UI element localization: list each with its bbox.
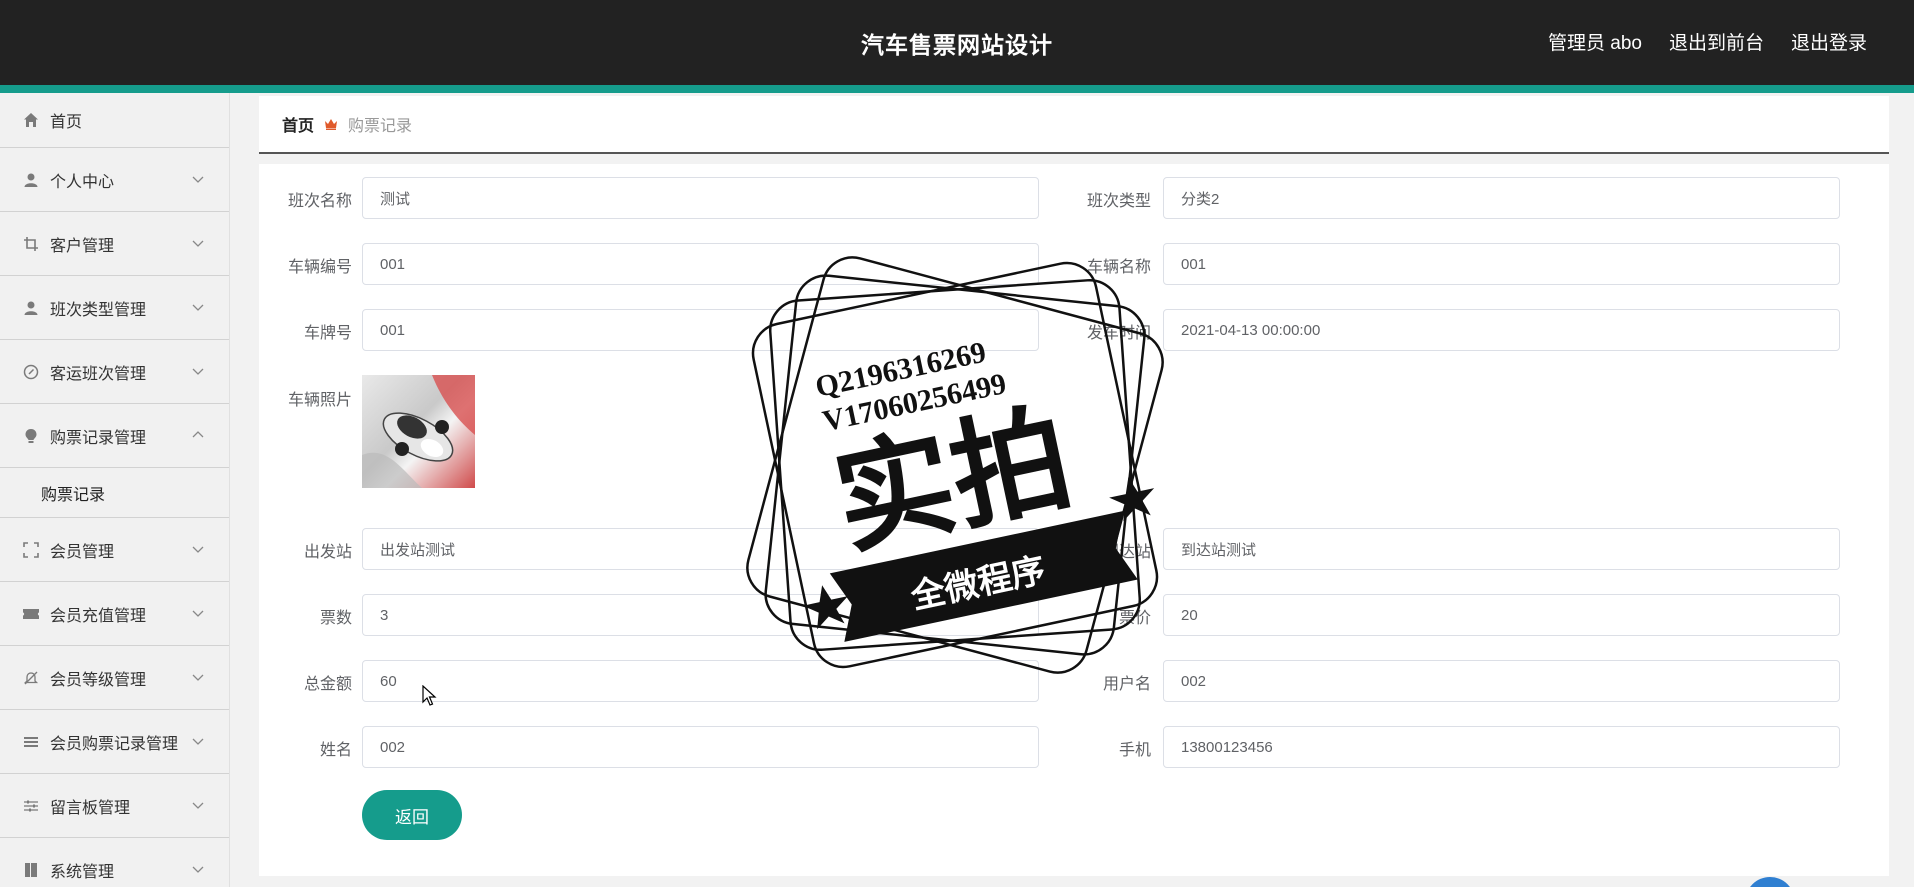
- chevron-down-icon: [192, 738, 204, 745]
- sidebar-item-label: 会员购票记录管理: [50, 735, 179, 753]
- sidebar-item-personal-center[interactable]: 个人中心: [0, 148, 229, 212]
- ticket-price-label: 票价: [1118, 610, 1151, 627]
- compass-icon: [22, 363, 40, 381]
- username-field[interactable]: 002: [1163, 660, 1840, 702]
- breadcrumb-current: 购票记录: [348, 118, 413, 135]
- book-icon: [22, 861, 40, 879]
- vehicle-photo[interactable]: [362, 375, 475, 488]
- sidebar-item-member-tickets[interactable]: 会员购票记录管理: [0, 710, 229, 774]
- from-station-field[interactable]: 出发站测试: [362, 528, 1039, 570]
- floating-action-button[interactable]: [1745, 877, 1795, 887]
- total-amount-label: 总金额: [303, 676, 352, 693]
- vehicle-no-label: 车辆编号: [287, 259, 352, 276]
- chevron-down-icon: [192, 304, 204, 311]
- exit-to-front-link[interactable]: 退出到前台: [1669, 28, 1764, 55]
- chevron-down-icon: [192, 240, 204, 247]
- sidebar-item-label: 购票记录管理: [50, 429, 147, 447]
- total-amount-field[interactable]: 60: [362, 660, 1039, 702]
- header-accent-bar: [0, 85, 1914, 93]
- vehicle-name-field[interactable]: 001: [1163, 243, 1840, 285]
- home-crown-icon: [324, 117, 338, 131]
- top-links: 管理员 abo 退出到前台 退出登录: [1548, 28, 1867, 55]
- banci-name-label: 班次名称: [287, 193, 352, 210]
- banci-name-field[interactable]: 测试: [362, 177, 1039, 219]
- plate-no-field[interactable]: 001: [362, 309, 1039, 351]
- ticket-count-label: 票数: [319, 610, 352, 627]
- username-label: 用户名: [1102, 676, 1151, 693]
- ticket-icon: [22, 605, 40, 623]
- banci-type-field[interactable]: 分类2: [1163, 177, 1840, 219]
- phone-label: 手机: [1118, 742, 1151, 759]
- bell-off-icon: [22, 669, 40, 687]
- chevron-down-icon: [192, 802, 204, 809]
- sidebar-item-customer[interactable]: 客户管理: [0, 212, 229, 276]
- fullscreen-icon: [22, 541, 40, 559]
- phone-field[interactable]: 13800123456: [1163, 726, 1840, 768]
- menu-icon: [22, 733, 40, 751]
- sidebar-item-home[interactable]: 首页: [0, 93, 229, 148]
- sidebar-item-label: 会员充值管理: [50, 607, 147, 625]
- name-field[interactable]: 002: [362, 726, 1039, 768]
- sidebar-item-label: 个人中心: [50, 173, 115, 191]
- sidebar-item-member[interactable]: 会员管理: [0, 518, 229, 582]
- sliders-icon: [22, 797, 40, 815]
- back-button[interactable]: 返回: [362, 790, 462, 840]
- breadcrumb: 首页 购票记录: [259, 96, 1889, 154]
- plate-no-label: 车牌号: [303, 325, 352, 342]
- banci-type-label: 班次类型: [1086, 193, 1151, 210]
- top-header: 汽车售票网站设计 管理员 abo 退出到前台 退出登录: [0, 0, 1914, 85]
- mouse-cursor: [422, 685, 437, 706]
- breadcrumb-home[interactable]: 首页: [282, 112, 314, 136]
- ticket-price-field[interactable]: 20: [1163, 594, 1840, 636]
- home-icon: [22, 111, 40, 129]
- depart-time-field[interactable]: 2021-04-13 00:00:00: [1163, 309, 1840, 351]
- to-station-label: 到达站: [1102, 544, 1151, 561]
- chevron-down-icon: [192, 176, 204, 183]
- sidebar-subitem-label: 购票记录: [41, 486, 106, 504]
- to-station-field[interactable]: 到达站测试: [1163, 528, 1840, 570]
- vehicle-name-label: 车辆名称: [1086, 259, 1151, 276]
- sidebar-item-member-level[interactable]: 会员等级管理: [0, 646, 229, 710]
- sidebar-item-label: 首页: [50, 114, 83, 131]
- logout-link[interactable]: 退出登录: [1791, 28, 1867, 55]
- depart-time-label: 发车时间: [1086, 325, 1151, 342]
- name-label: 姓名: [319, 742, 352, 759]
- sidebar-item-ticket-records[interactable]: 购票记录管理: [0, 404, 229, 468]
- sidebar-item-label: 班次类型管理: [50, 301, 147, 319]
- sidebar-item-banci-type[interactable]: 班次类型管理: [0, 276, 229, 340]
- user-icon: [22, 171, 40, 189]
- sidebar-item-system[interactable]: 系统管理: [0, 838, 229, 887]
- sidebar-item-label: 客运班次管理: [50, 365, 147, 383]
- sidebar-item-label: 会员等级管理: [50, 671, 147, 689]
- from-station-label: 出发站: [303, 544, 352, 561]
- chevron-down-icon: [192, 546, 204, 553]
- vehicle-no-field[interactable]: 001: [362, 243, 1039, 285]
- sidebar-item-message-board[interactable]: 留言板管理: [0, 774, 229, 838]
- sidebar-item-label: 留言板管理: [50, 799, 131, 817]
- chevron-down-icon: [192, 368, 204, 375]
- ticket-count-field[interactable]: 3: [362, 594, 1039, 636]
- crop-icon: [22, 235, 40, 253]
- chevron-down-icon: [192, 610, 204, 617]
- chevron-up-icon: [192, 431, 204, 438]
- sidebar-item-member-recharge[interactable]: 会员充值管理: [0, 582, 229, 646]
- user-icon: [22, 299, 40, 317]
- sidebar-item-banci[interactable]: 客运班次管理: [0, 340, 229, 404]
- sidebar-item-label: 系统管理: [50, 863, 115, 881]
- sidebar-item-label: 客户管理: [50, 237, 115, 255]
- admin-label: 管理员 abo: [1547, 33, 1642, 54]
- sidebar-item-label: 会员管理: [50, 543, 115, 561]
- vehicle-photo-label: 车辆照片: [287, 392, 352, 409]
- sidebar-subitem-ticket-record[interactable]: 购票记录: [0, 468, 229, 518]
- chevron-down-icon: [192, 866, 204, 873]
- bulb-icon: [22, 427, 40, 445]
- chevron-down-icon: [192, 674, 204, 681]
- sidebar: 首页 个人中心 客户管理 班次类型管理 客运班次管理 购票记录管理 购票记录 会…: [0, 93, 230, 887]
